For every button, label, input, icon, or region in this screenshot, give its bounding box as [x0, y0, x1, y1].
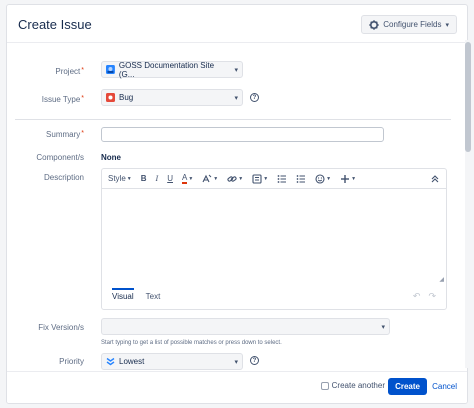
editor-toolbar: Style ▼ B I U A ▼ ▼ ▼ ▼ ▼ ▼ [102, 169, 446, 189]
scrollbar-thumb[interactable] [465, 42, 471, 152]
style-dropdown[interactable]: Style ▼ [108, 174, 132, 183]
chevron-down-icon: ▾ [234, 66, 238, 74]
chevron-down-icon: ▼ [263, 175, 269, 182]
summary-input[interactable] [101, 127, 384, 142]
chevron-down-icon: ▼ [126, 175, 132, 182]
style-label: Style [108, 174, 126, 183]
collapse-toolbar-button[interactable] [430, 174, 440, 184]
components-value: None [101, 153, 121, 162]
configure-fields-label: Configure Fields [383, 20, 442, 29]
fix-versions-label: Fix Version/s [38, 323, 84, 332]
emoji-button[interactable]: ▼ [315, 173, 332, 184]
tab-text[interactable]: Text [146, 288, 161, 301]
italic-button[interactable]: I [156, 174, 159, 183]
cancel-link[interactable]: Cancel [432, 382, 457, 391]
create-another-option[interactable]: Create another [320, 381, 385, 390]
priority-label: Priority [59, 357, 84, 366]
priority-value: Lowest [119, 357, 145, 366]
tab-visual[interactable]: Visual [112, 288, 134, 301]
insert-image-button[interactable]: ▼ [252, 173, 269, 184]
chevron-down-icon: ▼ [213, 175, 219, 182]
project-avatar-icon [106, 65, 115, 74]
chevron-down-icon: ▼ [188, 175, 194, 182]
description-label: Description [43, 173, 84, 182]
more-formatting-button[interactable]: ▼ [202, 174, 218, 184]
image-icon [252, 173, 262, 184]
bullet-list-button[interactable] [277, 174, 287, 184]
divider [15, 119, 451, 120]
chevron-down-icon: ▼ [326, 175, 332, 182]
chevron-down-icon: ▼ [351, 175, 357, 182]
configure-fields-button[interactable]: Configure Fields ▾ [361, 15, 457, 34]
issue-type-value: Bug [119, 93, 134, 102]
bold-button[interactable]: B [141, 174, 147, 183]
text-color-button[interactable]: A ▼ [181, 172, 194, 184]
text-color-icon: A [181, 172, 188, 184]
issue-type-select[interactable]: Bug ▾ [101, 89, 243, 106]
redo-icon[interactable]: ↷ [428, 291, 436, 302]
description-text-area[interactable] [102, 189, 446, 289]
required-marker: * [81, 130, 84, 137]
text-effects-icon [202, 174, 212, 182]
gear-icon [369, 19, 379, 30]
numbered-list-button[interactable] [296, 174, 306, 184]
help-icon[interactable]: ? [250, 93, 259, 102]
scrollbar[interactable] [465, 40, 471, 368]
project-select[interactable]: GOSS Documentation Site (G... ▾ [101, 60, 243, 79]
lowest-priority-icon [106, 357, 115, 366]
create-another-checkbox[interactable] [320, 381, 329, 390]
dialog-title: Create Issue [18, 17, 92, 32]
project-label: Project* [55, 67, 84, 76]
collapse-icon [431, 174, 439, 182]
insert-more-button[interactable]: ▼ [340, 174, 356, 184]
summary-label: Summary* [46, 130, 84, 139]
emoji-icon [315, 173, 325, 184]
dialog-footer: Create another Create Cancel [7, 371, 467, 403]
fix-versions-select[interactable]: ▾ [101, 318, 390, 335]
create-issue-dialog: Create Issue Configure Fields ▾ Project* [6, 4, 468, 404]
editor-mode-tabs: Visual Text [112, 288, 160, 301]
description-editor: Style ▼ B I U A ▼ ▼ ▼ ▼ ▼ ▼ ◢ Visual Tex… [101, 168, 447, 310]
chevron-down-icon: ▾ [234, 94, 238, 102]
bullet-list-icon [277, 174, 287, 183]
link-icon [227, 175, 237, 182]
dialog-body: Project* GOSS Documentation Site (G... ▾… [7, 43, 459, 373]
fix-versions-hint: Start typing to get a list of possible m… [101, 340, 282, 346]
priority-select[interactable]: Lowest ▾ [101, 353, 243, 370]
components-label: Component/s [36, 153, 84, 162]
bug-icon [106, 93, 115, 102]
chevron-down-icon: ▼ [238, 175, 244, 182]
project-value: GOSS Documentation Site (G... [118, 60, 215, 79]
chevron-down-icon: ▾ [234, 358, 238, 366]
required-marker: * [81, 67, 84, 74]
dialog-header: Create Issue Configure Fields ▾ [7, 5, 467, 43]
create-another-label: Create another [331, 381, 385, 390]
issue-type-label: Issue Type* [41, 95, 84, 104]
numbered-list-icon [296, 174, 306, 183]
resize-handle-icon[interactable]: ◢ [439, 276, 444, 283]
chevron-down-icon: ▾ [445, 21, 449, 29]
required-marker: * [81, 95, 84, 102]
undo-redo-controls: ↶ ↷ [413, 291, 436, 302]
create-button[interactable]: Create [388, 378, 427, 395]
chevron-down-icon: ▾ [381, 323, 385, 331]
undo-icon[interactable]: ↶ [413, 291, 421, 302]
plus-icon [341, 174, 350, 183]
link-button[interactable]: ▼ [227, 174, 243, 184]
help-icon[interactable]: ? [250, 356, 259, 365]
underline-button[interactable]: U [167, 174, 173, 183]
